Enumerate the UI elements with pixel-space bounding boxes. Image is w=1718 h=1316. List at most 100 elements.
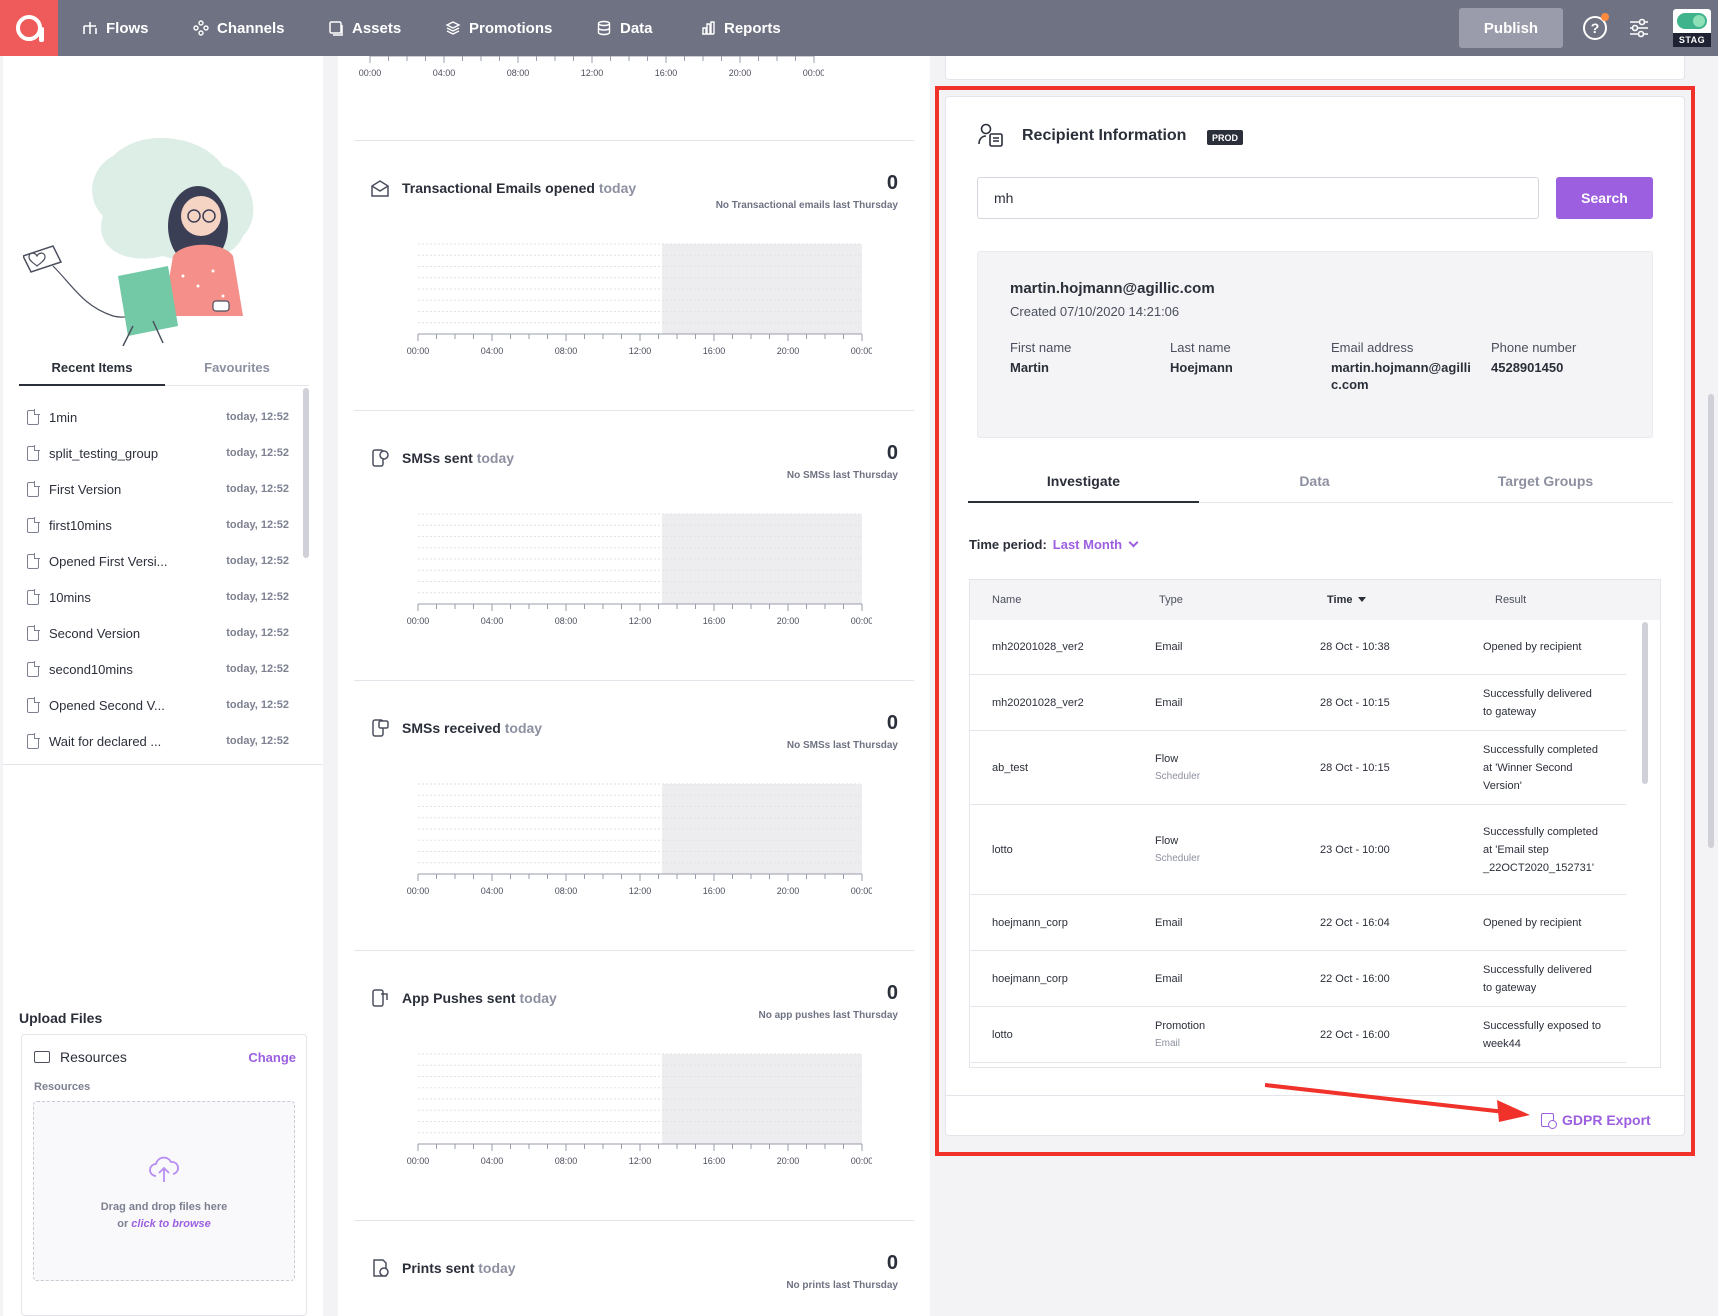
document-icon [27,624,40,641]
nav-reports[interactable]: Reports [700,0,781,56]
database-icon [597,20,611,36]
list-item[interactable]: Opened First Versi... today, 12:52 [19,543,289,579]
envelope-open-icon [371,180,389,197]
list-item[interactable]: Opened Second V... today, 12:52 [19,687,289,723]
axis-tick-label: 16:00 [703,886,726,896]
previous-card-bottom [945,56,1685,80]
environment-label: STAG [1673,33,1711,47]
folder-icon [34,1051,50,1063]
tab-favourites[interactable]: Favourites [165,352,309,386]
stat-note: No SMSs last Thursday [786,740,898,751]
document-icon [27,552,40,569]
axis-tick-label: 16:00 [703,1156,726,1166]
axis-tick-label: 20:00 [777,346,800,356]
stat-card: App Pushes sent today 0 No app pushes la… [354,950,914,1220]
change-folder-link[interactable]: Change [248,1050,296,1065]
axis-tick-label: 00:00 [851,1156,872,1166]
axis-tick-label: 08:00 [555,886,578,896]
stat-value: 0 [886,172,898,194]
list-item[interactable]: 1min today, 12:52 [19,399,289,435]
environment-switch[interactable]: STAG [1673,9,1711,47]
axis-tick-label: 20:00 [777,616,800,626]
list-item[interactable]: second10mins today, 12:52 [19,651,289,687]
app-logo[interactable] [0,0,58,56]
stat-title: App Pushes sent today [402,990,557,1006]
axis-tick-label: 00:00 [407,886,430,896]
list-item[interactable]: 10mins today, 12:52 [19,579,289,615]
stat-chart: 00:00 04:00 08:00 12:00 16:00 20:00 00:00 [402,506,873,631]
resources-row: Resources Change [34,1047,296,1067]
nav-label: Reports [724,19,781,37]
list-item[interactable]: Wait for declared ... today, 12:52 [19,723,289,759]
list-item[interactable]: first10mins today, 12:52 [19,507,289,543]
app-push-icon [372,989,388,1007]
resources-folder-name: Resources [60,1049,127,1065]
nav-label: Promotions [469,19,553,37]
nav-promotions[interactable]: Promotions [445,0,552,56]
axis-tick-label: 08:00 [555,1156,578,1166]
axis-tick-label: 00:00 [851,886,872,896]
stat-value: 0 [886,982,898,1004]
page-scrollbar[interactable] [1708,394,1714,848]
nav-label: Flows [106,19,149,37]
settings-sliders-icon[interactable] [1628,17,1650,39]
axis-tick-label: 16:00 [703,616,726,626]
publish-button[interactable]: Publish [1459,8,1563,48]
upload-files-title: Upload Files [19,1010,103,1026]
partial-chart-axis: 00:00 04:00 08:00 12:00 16:00 20:00 00:00 [354,55,825,91]
stat-card: SMSs sent today 0 No SMSs last Thursday … [354,410,914,680]
sms-received-icon [372,719,389,737]
document-icon [27,408,40,425]
nav-channels[interactable]: Channels [193,0,285,56]
axis-tick-label: 16:00 [703,346,726,356]
recent-favourites-tabs: Recent Items Favourites [19,352,309,386]
axis-tick-label: 08:00 [507,68,530,78]
axis-tick-label: 12:00 [581,68,604,78]
stat-value: 0 [886,1252,898,1274]
axis-tick-label: 00:00 [851,346,872,356]
axis-tick-label: 00:00 [407,616,430,626]
stat-card: Prints sent today 0 No prints last Thurs… [354,1220,914,1316]
nav-label: Assets [352,19,402,37]
nav-label: Channels [217,19,285,37]
stat-value: 0 [886,442,898,464]
list-item[interactable]: Second Version today, 12:52 [19,615,289,651]
axis-tick-label: 00:00 [407,346,430,356]
environment-toggle-icon [1677,13,1707,29]
reports-icon [702,21,715,35]
axis-tick-label: 04:00 [481,1156,504,1166]
click-to-browse-link[interactable]: click to browse [131,1218,210,1230]
hourly-chart: 00:00 04:00 08:00 12:00 16:00 20:00 00:00 [359,55,825,78]
stat-note: No SMSs last Thursday [786,470,898,481]
assets-icon [329,21,343,36]
top-nav-bar: Flows Channels Assets Promotions Data Re… [0,0,1718,56]
axis-tick-label: 20:00 [729,68,752,78]
tab-recent-items[interactable]: Recent Items [19,352,165,386]
list-item[interactable]: split_testing_group today, 12:52 [19,435,289,471]
recent-items-scrollbar[interactable] [303,388,309,758]
divider [3,764,323,765]
nav-label: Data [620,19,653,37]
axis-tick-label: 12:00 [629,616,652,626]
highlight-rectangle [935,86,1695,1156]
list-item[interactable]: First Version today, 12:52 [19,471,289,507]
nav-assets[interactable]: Assets [328,0,401,56]
file-dropzone[interactable]: Drag and drop files here or click to bro… [33,1101,295,1281]
axis-tick-label: 00:00 [803,68,824,78]
axis-tick-label: 20:00 [777,886,800,896]
nav-flows[interactable]: Flows [82,0,149,56]
stat-note: No app pushes last Thursday [758,1010,898,1021]
axis-tick-label: 12:00 [629,346,652,356]
nav-data[interactable]: Data [596,0,653,56]
stat-value: 0 [886,712,898,734]
document-icon [27,516,40,533]
hourly-chart: 00:00 04:00 08:00 12:00 16:00 20:00 00:00 [407,1053,873,1166]
axis-tick-label: 12:00 [629,1156,652,1166]
document-icon [27,696,40,713]
axis-tick-label: 00:00 [851,616,872,626]
stats-column: 00:00 04:00 08:00 12:00 16:00 20:00 00:00 Tran… [338,55,930,1316]
hourly-chart: 00:00 04:00 08:00 12:00 16:00 20:00 00:00 [407,783,873,896]
sms-sent-icon [372,449,389,467]
upload-box: Resources Change Resources Drag and drop… [21,1034,307,1316]
resources-sublabel: Resources [34,1081,91,1093]
